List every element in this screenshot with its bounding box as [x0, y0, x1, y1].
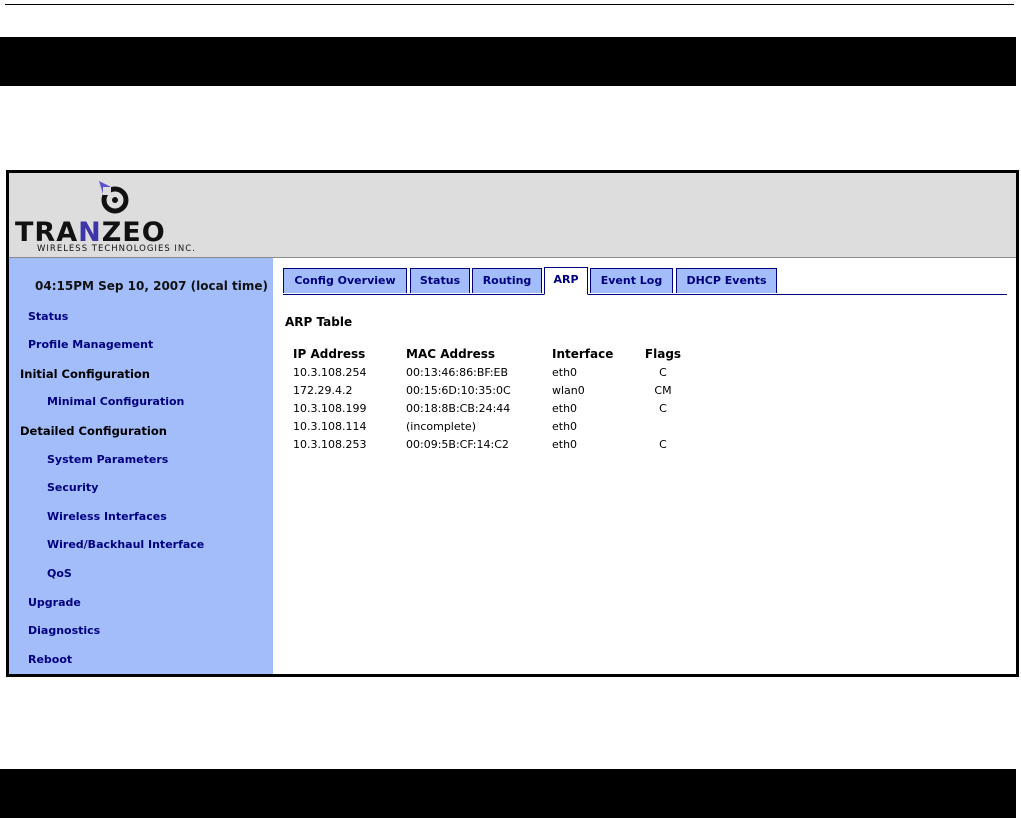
column-header-mac: MAC Address — [406, 347, 496, 361]
header-banner: TRANZEO WIRELESS TECHNOLOGIES INC. — [9, 173, 1016, 258]
mac-cell: (incomplete) — [406, 419, 476, 433]
nav-wireless-interfaces[interactable]: Wireless Interfaces — [47, 510, 167, 523]
flags-cell: C — [659, 365, 667, 379]
tab-config-overview[interactable]: Config Overview — [283, 268, 407, 293]
ip-cell: 172.29.4.2 — [293, 383, 353, 397]
top-black-band — [0, 37, 1016, 86]
nav-wired-backhaul-interface[interactable]: Wired/Backhaul Interface — [47, 538, 204, 551]
local-time-clock: 04:15PM Sep 10, 2007 (local time) — [35, 279, 268, 293]
mac-cell: 00:09:5B:CF:14:C2 — [406, 437, 509, 451]
nav-security[interactable]: Security — [47, 481, 98, 494]
tab-arp[interactable]: ARP — [544, 267, 588, 295]
flags-cell: C — [659, 401, 667, 415]
nav-diagnostics[interactable]: Diagnostics — [28, 624, 100, 637]
mac-cell: 00:15:6D:10:35:0C — [406, 383, 511, 397]
mac-cell: 00:18:8B:CB:24:44 — [406, 401, 511, 415]
ip-cell: 10.3.108.253 — [293, 437, 367, 451]
column-header-ip: IP Address — [293, 347, 366, 361]
tab-status[interactable]: Status — [410, 268, 470, 293]
table-row: 10.3.108.254 00:13:46:86:BF:EB eth0 C — [291, 364, 694, 382]
main-content: Config Overview Status Routing ARP Event… — [273, 258, 1016, 674]
nav-qos[interactable]: QoS — [47, 567, 72, 580]
tranzeo-logo: TRANZEO WIRELESS TECHNOLOGIES INC. — [15, 179, 225, 254]
top-rule — [5, 4, 1014, 5]
nav-status[interactable]: Status — [28, 310, 68, 323]
nav-initial-configuration[interactable]: Initial Configuration — [20, 367, 150, 381]
sidebar: 04:15PM Sep 10, 2007 (local time) Status… — [9, 258, 273, 674]
table-row: 10.3.108.114 (incomplete) eth0 — [291, 418, 694, 436]
bottom-black-band — [0, 769, 1016, 818]
ip-cell: 10.3.108.114 — [293, 419, 367, 433]
tab-bar: Config Overview Status Routing ARP Event… — [283, 267, 1007, 295]
tranzeo-antenna-icon — [99, 181, 129, 214]
mac-cell: 00:13:46:86:BF:EB — [406, 365, 509, 379]
column-header-flags: Flags — [644, 347, 682, 361]
table-row: 172.29.4.2 00:15:6D:10:35:0C wlan0 CM — [291, 382, 694, 400]
interface-cell: eth0 — [552, 437, 578, 451]
column-header-interface: Interface — [552, 347, 614, 361]
nav-minimal-configuration[interactable]: Minimal Configuration — [47, 395, 184, 408]
flags-cell — [636, 418, 694, 436]
table-row: 10.3.108.199 00:18:8B:CB:24:44 eth0 C — [291, 400, 694, 418]
nav-detailed-configuration[interactable]: Detailed Configuration — [20, 424, 167, 438]
interface-cell: eth0 — [552, 365, 578, 379]
tab-routing[interactable]: Routing — [472, 268, 542, 293]
interface-cell: wlan0 — [552, 383, 585, 397]
router-admin-window: TRANZEO WIRELESS TECHNOLOGIES INC. 04:15… — [6, 170, 1019, 677]
flags-cell: CM — [654, 383, 672, 397]
arp-table-title: ARP Table — [285, 315, 353, 329]
ip-cell: 10.3.108.199 — [293, 401, 367, 415]
interface-cell: eth0 — [552, 419, 578, 433]
logo-tagline: WIRELESS TECHNOLOGIES INC. — [37, 244, 196, 254]
arp-table-header-row: IP Address MAC Address Interface Flags — [291, 347, 694, 364]
ip-cell: 10.3.108.254 — [293, 365, 367, 379]
tab-dhcp-events[interactable]: DHCP Events — [676, 268, 777, 293]
nav-profile-management[interactable]: Profile Management — [28, 338, 153, 351]
nav-reboot[interactable]: Reboot — [28, 653, 72, 666]
table-row: 10.3.108.253 00:09:5B:CF:14:C2 eth0 C — [291, 436, 694, 454]
flags-cell: C — [659, 437, 667, 451]
nav-upgrade[interactable]: Upgrade — [28, 596, 81, 609]
arp-table: IP Address MAC Address Interface Flags 1… — [291, 347, 694, 454]
interface-cell: eth0 — [552, 401, 578, 415]
nav-system-parameters[interactable]: System Parameters — [47, 453, 168, 466]
tab-event-log[interactable]: Event Log — [590, 268, 673, 293]
